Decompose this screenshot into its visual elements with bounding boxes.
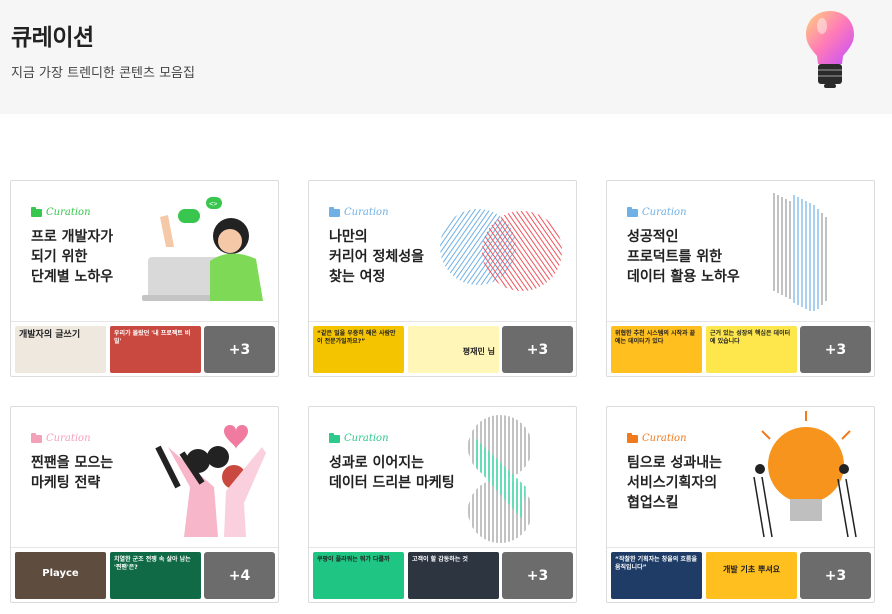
card-thumbnails: “작찰한 기획자는 창을의 흐름을 움직입니다” 개발 기초 뿌셔요 +3 — [607, 547, 874, 602]
folder-icon — [31, 432, 42, 443]
curation-card-data[interactable]: Curation 성공적인 프로덕트를 위한 데이터 활용 노하우 위협한 추천… — [606, 180, 875, 377]
figure-eight-illustration — [468, 415, 532, 543]
curation-card-developer[interactable]: Curation 프로 개발자가 되기 위한 단계별 노하우 <> 개발자의 글… — [10, 180, 279, 377]
curation-tag: Curation — [627, 206, 687, 218]
more-button[interactable]: +4 — [204, 552, 275, 599]
thumbnail[interactable]: “작찰한 기획자는 창을의 흐름을 움직입니다” — [611, 552, 702, 599]
thumbnail[interactable]: 근거 있는 성장의 핵심은 데이터에 있습니다 — [706, 326, 797, 373]
folder-icon — [329, 432, 340, 443]
more-button[interactable]: +3 — [204, 326, 275, 373]
card-header: Curation 나만의 커리어 정체성을 찾는 여정 — [309, 181, 576, 321]
thumbnail[interactable]: 개발 기초 뿌셔요 — [706, 552, 797, 599]
thumbnail[interactable]: 고객이 할 감동하는 것 — [408, 552, 499, 599]
card-header: Curation 성공적인 프로덕트를 위한 데이터 활용 노하우 — [607, 181, 874, 321]
thumbnail[interactable]: 치열한 군조 전쟁 속 살아 남는 '찐팬'은? — [110, 552, 201, 599]
folder-icon — [31, 206, 42, 217]
curation-card-planner[interactable]: Curation 팀으로 성과내는 서비스기획자의 협업스킬 “작찰한 기획자는… — [606, 406, 875, 603]
folder-icon — [329, 206, 340, 217]
card-thumbnails: 위협한 추천 시스템의 시작과 끝에는 데이터가 있다 근거 있는 성장의 핵심… — [607, 321, 874, 376]
card-header: Curation 성과로 이어지는 데이터 드리븐 마케팅 — [309, 407, 576, 547]
more-button[interactable]: +3 — [800, 552, 871, 599]
curation-tag: Curation — [31, 432, 91, 444]
page-title: 큐레이션 — [11, 25, 94, 51]
card-header: Curation 프로 개발자가 되기 위한 단계별 노하우 <> — [11, 181, 278, 321]
curation-tag: Curation — [627, 432, 687, 444]
more-button[interactable]: +3 — [502, 326, 573, 373]
folder-icon — [627, 206, 638, 217]
more-button[interactable]: +3 — [502, 552, 573, 599]
card-thumbnails: 쿠팡이 플라워는 뭐가 다를까 고객이 할 감동하는 것 +3 — [309, 547, 576, 602]
thumbnail[interactable]: 평재민 님 — [408, 326, 499, 373]
page-header: 큐레이션 지금 가장 트렌디한 콘텐츠 모음집 — [0, 0, 892, 114]
more-button[interactable]: +3 — [800, 326, 871, 373]
thumbnail[interactable]: “같은 일을 우중히 해온 사람만이 전문가일까요?” — [313, 326, 404, 373]
card-header: Curation 찐팬을 모으는 마케팅 전략 — [11, 407, 278, 547]
card-thumbnails: Playce 치열한 군조 전쟁 속 살아 남는 '찐팬'은? +4 — [11, 547, 278, 602]
card-header: Curation 팀으로 성과내는 서비스기획자의 협업스킬 — [607, 407, 874, 547]
curation-tag: Curation — [31, 206, 91, 218]
thumbnail[interactable]: 쿠팡이 플라워는 뭐가 다를까 — [313, 552, 404, 599]
svg-text:<>: <> — [209, 200, 217, 208]
developer-illustration: <> — [142, 197, 263, 301]
thumbnail[interactable]: 위협한 추천 시스템의 시작과 끝에는 데이터가 있다 — [611, 326, 702, 373]
bars-illustration — [773, 193, 827, 311]
card-thumbnails: “같은 일을 우중히 해온 사람만이 전문가일까요?” 평재민 님 +3 — [309, 321, 576, 376]
lightbulb-team-illustration — [753, 411, 857, 538]
curation-card-career[interactable]: Curation 나만의 커리어 정체성을 찾는 여정 “같은 일을 우중히 해… — [308, 180, 577, 377]
page-subtitle: 지금 가장 트렌디한 콘텐츠 모음집 — [11, 66, 195, 81]
fans-illustration — [155, 425, 266, 537]
curation-card-fans[interactable]: Curation 찐팬을 모으는 마케팅 전략 Playce 치열한 군조 전쟁… — [10, 406, 279, 603]
curation-tag: Curation — [329, 432, 389, 444]
folder-icon — [627, 432, 638, 443]
thumbnail[interactable]: 우리가 몰랐던 '내 프로젝트 비밀' — [110, 326, 201, 373]
card-thumbnails: 개발자의 글쓰기 우리가 몰랐던 '내 프로젝트 비밀' +3 — [11, 321, 278, 376]
overlapping-circles-illustration — [440, 209, 562, 291]
thumbnail[interactable]: 개발자의 글쓰기 — [15, 326, 106, 373]
lightbulb-icon — [806, 11, 854, 88]
thumbnail[interactable]: Playce — [15, 552, 106, 599]
curation-tag: Curation — [329, 206, 389, 218]
curation-card-marketing[interactable]: Curation 성과로 이어지는 데이터 드리븐 마케팅 쿠팡이 플라워는 뭐… — [308, 406, 577, 603]
